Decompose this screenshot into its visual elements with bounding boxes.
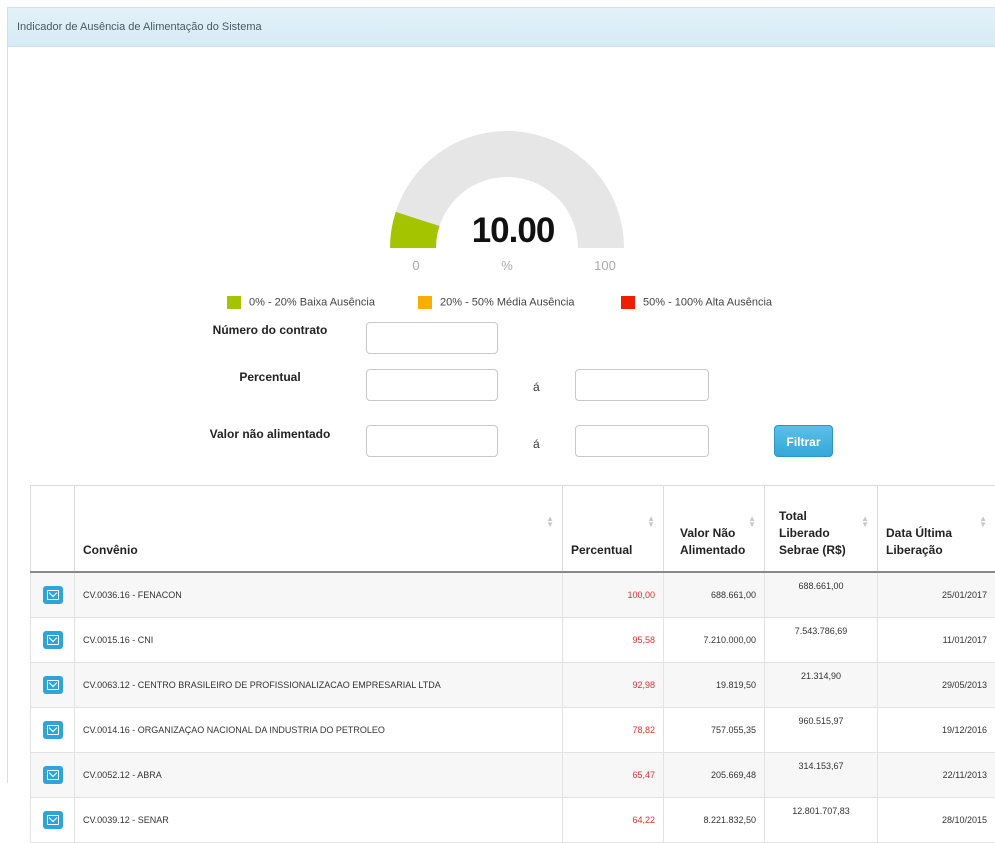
sort-icon: ▲▼ [979, 516, 987, 528]
value-to-input[interactable] [575, 425, 709, 457]
header-percentual[interactable]: Percentual ▲▼ [563, 486, 664, 573]
percent-to-input[interactable] [575, 369, 709, 401]
cell-valor: 757.055,35 [664, 708, 765, 753]
cell-total: 960.515,97 [765, 708, 878, 753]
cell-percentual: 78,82 [563, 708, 664, 753]
row-action-cell [31, 663, 75, 708]
contract-number-input[interactable] [366, 322, 498, 354]
gauge-chart [382, 124, 632, 274]
filter-button[interactable]: Filtrar [774, 425, 833, 457]
value-from-input[interactable] [366, 425, 498, 457]
table-row: CV.0014.16 - ORGANIZAÇAO NACIONAL DA IND… [31, 708, 995, 753]
cell-data: 19/12/2016 [878, 708, 995, 753]
mail-icon[interactable] [43, 676, 63, 694]
cell-convenio: CV.0052.12 - ABRA [75, 753, 563, 798]
legend-medium: 20% - 50% Média Ausência [418, 296, 575, 310]
cell-data: 11/01/2017 [878, 618, 995, 663]
cell-percentual: 92,98 [563, 663, 664, 708]
gauge-max-label: 100 [585, 258, 625, 273]
legend-medium-label: 20% - 50% Média Ausência [440, 297, 575, 309]
header-total-label: Total Liberado Sebrae (R$) [779, 509, 846, 557]
panel-header: Indicador de Ausência de Alimentação do … [8, 8, 995, 47]
table-row: CV.0063.12 - CENTRO BRASILEIRO DE PROFIS… [31, 663, 995, 708]
cell-total: 688.661,00 [765, 572, 878, 618]
header-action [31, 486, 75, 573]
sort-icon: ▲▼ [748, 516, 756, 528]
row-action-cell [31, 798, 75, 843]
table-row: CV.0052.12 - ABRA 65,47 205.669,48 314.1… [31, 753, 995, 798]
header-convenio[interactable]: Convênio ▲▼ [75, 486, 563, 573]
table-row: CV.0036.16 - FENACON 100,00 688.661,00 6… [31, 572, 995, 618]
header-valor[interactable]: Valor Não Alimentado▲▼ [664, 486, 765, 573]
table-row: CV.0039.12 - SENAR 64,22 8.221.832,50 12… [31, 798, 995, 843]
cell-total: 12.801.707,83 [765, 798, 878, 843]
row-action-cell [31, 753, 75, 798]
header-convenio-label: Convênio [83, 543, 138, 557]
sort-icon: ▲▼ [647, 516, 655, 528]
mail-icon[interactable] [43, 631, 63, 649]
cell-convenio: CV.0015.16 - CNI [75, 618, 563, 663]
panel-title: Indicador de Ausência de Alimentação do … [17, 21, 262, 33]
sort-icon: ▲▼ [861, 516, 869, 528]
percent-label: Percentual [196, 370, 344, 384]
gauge-min-label: 0 [406, 258, 426, 273]
cell-convenio: CV.0036.16 - FENACON [75, 572, 563, 618]
value-label: Valor não alimentado [196, 427, 344, 441]
mail-icon[interactable] [43, 721, 63, 739]
results-table: Convênio ▲▼ Percentual ▲▼ Valor Não Alimen… [30, 485, 995, 843]
legend-high: 50% - 100% Alta Ausência [621, 296, 772, 310]
header-valor-label: Valor Não Alimentado [680, 526, 745, 557]
cell-percentual: 100,00 [563, 572, 664, 618]
value-range-separator: á [533, 437, 540, 451]
cell-data: 22/11/2013 [878, 753, 995, 798]
cell-valor: 205.669,48 [664, 753, 765, 798]
cell-total: 21.314,90 [765, 663, 878, 708]
percent-from-input[interactable] [366, 369, 498, 401]
legend-low-swatch [227, 296, 241, 309]
header-data-label: Data Última Liberação [886, 526, 952, 557]
cell-percentual: 65,47 [563, 753, 664, 798]
sort-icon: ▲▼ [546, 516, 554, 528]
legend-high-label: 50% - 100% Alta Ausência [643, 297, 772, 309]
cell-percentual: 64,22 [563, 798, 664, 843]
legend-low: 0% - 20% Baixa Ausência [227, 296, 375, 310]
cell-valor: 8.221.832,50 [664, 798, 765, 843]
cell-valor: 7.210.000,00 [664, 618, 765, 663]
row-action-cell [31, 708, 75, 753]
row-action-cell [31, 572, 75, 618]
legend-high-swatch [621, 296, 635, 309]
cell-data: 29/05/2013 [878, 663, 995, 708]
header-total[interactable]: Total Liberado Sebrae (R$) ▲▼ [765, 486, 878, 573]
table-header-row: Convênio ▲▼ Percentual ▲▼ Valor Não Alimen… [31, 486, 995, 573]
mail-icon[interactable] [43, 586, 63, 604]
cell-valor: 19.819,50 [664, 663, 765, 708]
legend-low-label: 0% - 20% Baixa Ausência [249, 297, 375, 309]
legend-medium-swatch [418, 296, 432, 309]
contract-number-label: Número do contrato [196, 323, 344, 337]
gauge-value: 10.00 [448, 211, 578, 251]
cell-total: 7.543.786,69 [765, 618, 878, 663]
percent-range-separator: á [533, 380, 540, 394]
cell-total: 314.153,67 [765, 753, 878, 798]
cell-convenio: CV.0063.12 - CENTRO BRASILEIRO DE PROFIS… [75, 663, 563, 708]
mail-icon[interactable] [43, 811, 63, 829]
cell-percentual: 95,58 [563, 618, 664, 663]
cell-convenio: CV.0039.12 - SENAR [75, 798, 563, 843]
cell-convenio: CV.0014.16 - ORGANIZAÇAO NACIONAL DA IND… [75, 708, 563, 753]
header-percentual-label: Percentual [571, 543, 632, 557]
header-data[interactable]: Data Última Liberação ▲▼ [878, 486, 995, 573]
cell-valor: 688.661,00 [664, 572, 765, 618]
mail-icon[interactable] [43, 766, 63, 784]
table-row: CV.0015.16 - CNI 95,58 7.210.000,00 7.54… [31, 618, 995, 663]
cell-data: 25/01/2017 [878, 572, 995, 618]
gauge-unit-label: % [497, 258, 517, 273]
cell-data: 28/10/2015 [878, 798, 995, 843]
row-action-cell [31, 618, 75, 663]
results-table-wrap: Convênio ▲▼ Percentual ▲▼ Valor Não Alimen… [30, 485, 995, 843]
